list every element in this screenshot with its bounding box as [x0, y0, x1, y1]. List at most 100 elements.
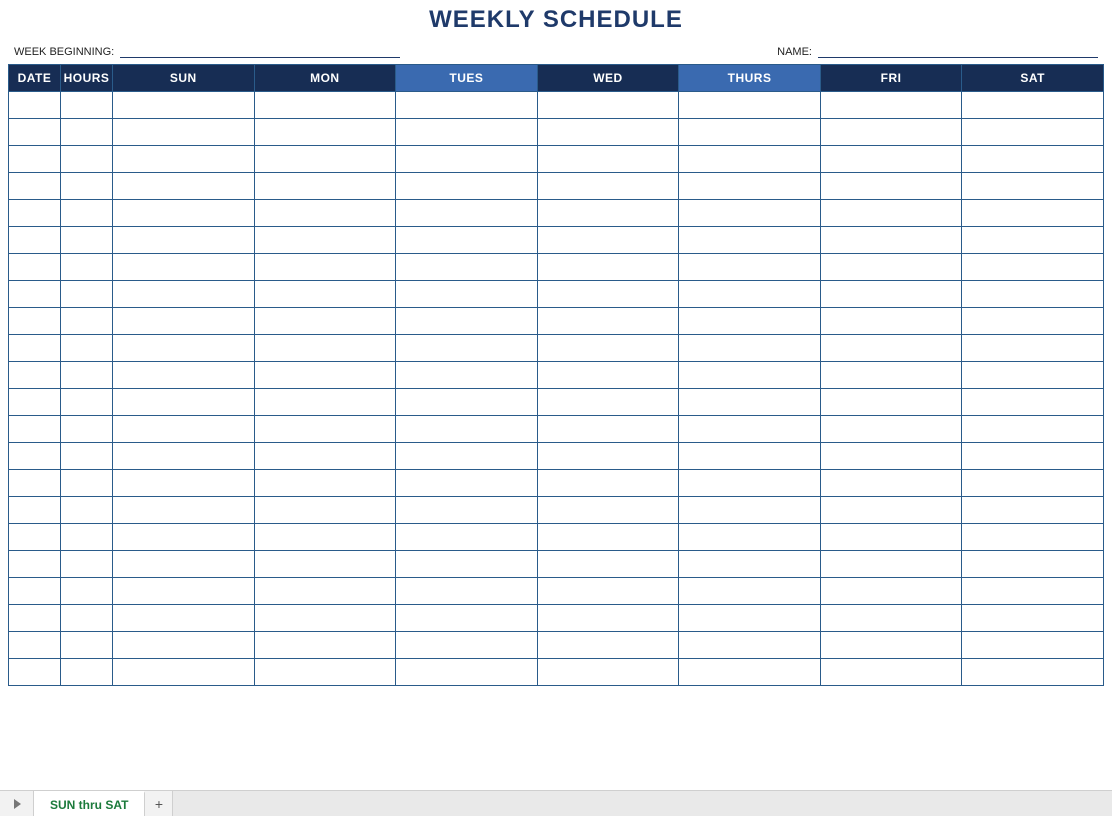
- table-cell[interactable]: [254, 443, 396, 470]
- table-cell[interactable]: [396, 362, 538, 389]
- table-cell[interactable]: [820, 200, 962, 227]
- table-cell[interactable]: [254, 335, 396, 362]
- table-cell[interactable]: [537, 659, 679, 686]
- table-cell[interactable]: [61, 119, 113, 146]
- table-cell[interactable]: [113, 119, 255, 146]
- table-cell[interactable]: [254, 659, 396, 686]
- table-cell[interactable]: [962, 470, 1104, 497]
- table-cell[interactable]: [962, 200, 1104, 227]
- table-cell[interactable]: [254, 146, 396, 173]
- table-cell[interactable]: [61, 524, 113, 551]
- table-cell[interactable]: [254, 578, 396, 605]
- table-cell[interactable]: [820, 173, 962, 200]
- table-cell[interactable]: [254, 281, 396, 308]
- table-cell[interactable]: [962, 578, 1104, 605]
- table-cell[interactable]: [9, 362, 61, 389]
- table-cell[interactable]: [396, 173, 538, 200]
- table-cell[interactable]: [962, 227, 1104, 254]
- table-cell[interactable]: [962, 632, 1104, 659]
- table-cell[interactable]: [820, 605, 962, 632]
- table-cell[interactable]: [113, 389, 255, 416]
- table-cell[interactable]: [962, 605, 1104, 632]
- table-cell[interactable]: [9, 146, 61, 173]
- table-cell[interactable]: [679, 470, 821, 497]
- name-input[interactable]: [818, 44, 1098, 58]
- table-cell[interactable]: [254, 470, 396, 497]
- table-cell[interactable]: [61, 308, 113, 335]
- sheet-tab-active[interactable]: SUN thru SAT: [34, 791, 145, 816]
- table-cell[interactable]: [679, 281, 821, 308]
- table-cell[interactable]: [679, 119, 821, 146]
- table-cell[interactable]: [537, 578, 679, 605]
- table-cell[interactable]: [254, 362, 396, 389]
- table-cell[interactable]: [113, 551, 255, 578]
- table-cell[interactable]: [113, 281, 255, 308]
- table-cell[interactable]: [396, 659, 538, 686]
- table-cell[interactable]: [61, 659, 113, 686]
- table-cell[interactable]: [537, 497, 679, 524]
- table-cell[interactable]: [820, 497, 962, 524]
- table-cell[interactable]: [537, 92, 679, 119]
- table-cell[interactable]: [113, 416, 255, 443]
- table-cell[interactable]: [61, 551, 113, 578]
- table-cell[interactable]: [537, 227, 679, 254]
- table-cell[interactable]: [61, 227, 113, 254]
- table-cell[interactable]: [9, 659, 61, 686]
- table-cell[interactable]: [9, 119, 61, 146]
- table-cell[interactable]: [820, 443, 962, 470]
- table-cell[interactable]: [396, 605, 538, 632]
- table-cell[interactable]: [396, 443, 538, 470]
- table-cell[interactable]: [962, 524, 1104, 551]
- table-cell[interactable]: [679, 308, 821, 335]
- table-cell[interactable]: [537, 443, 679, 470]
- table-cell[interactable]: [820, 416, 962, 443]
- table-cell[interactable]: [396, 335, 538, 362]
- table-cell[interactable]: [113, 146, 255, 173]
- table-cell[interactable]: [396, 281, 538, 308]
- table-cell[interactable]: [962, 308, 1104, 335]
- table-cell[interactable]: [962, 119, 1104, 146]
- table-cell[interactable]: [61, 578, 113, 605]
- table-cell[interactable]: [9, 605, 61, 632]
- table-cell[interactable]: [962, 254, 1104, 281]
- table-cell[interactable]: [254, 389, 396, 416]
- table-cell[interactable]: [820, 551, 962, 578]
- table-cell[interactable]: [962, 389, 1104, 416]
- table-cell[interactable]: [396, 470, 538, 497]
- table-cell[interactable]: [679, 335, 821, 362]
- table-cell[interactable]: [254, 119, 396, 146]
- table-cell[interactable]: [396, 254, 538, 281]
- table-cell[interactable]: [396, 578, 538, 605]
- table-cell[interactable]: [9, 470, 61, 497]
- table-cell[interactable]: [537, 173, 679, 200]
- table-cell[interactable]: [61, 146, 113, 173]
- table-cell[interactable]: [820, 470, 962, 497]
- table-cell[interactable]: [61, 632, 113, 659]
- table-cell[interactable]: [61, 470, 113, 497]
- table-cell[interactable]: [9, 443, 61, 470]
- table-cell[interactable]: [820, 524, 962, 551]
- table-cell[interactable]: [820, 227, 962, 254]
- table-cell[interactable]: [9, 308, 61, 335]
- table-cell[interactable]: [113, 335, 255, 362]
- table-cell[interactable]: [113, 443, 255, 470]
- table-cell[interactable]: [254, 200, 396, 227]
- table-cell[interactable]: [820, 389, 962, 416]
- table-cell[interactable]: [113, 92, 255, 119]
- table-cell[interactable]: [61, 416, 113, 443]
- table-cell[interactable]: [254, 524, 396, 551]
- table-cell[interactable]: [537, 335, 679, 362]
- table-cell[interactable]: [962, 551, 1104, 578]
- table-cell[interactable]: [962, 335, 1104, 362]
- table-cell[interactable]: [962, 416, 1104, 443]
- table-cell[interactable]: [61, 173, 113, 200]
- tab-nav-button[interactable]: [0, 791, 34, 816]
- table-cell[interactable]: [61, 443, 113, 470]
- table-cell[interactable]: [9, 227, 61, 254]
- table-cell[interactable]: [537, 308, 679, 335]
- table-cell[interactable]: [61, 362, 113, 389]
- table-cell[interactable]: [61, 605, 113, 632]
- table-cell[interactable]: [820, 632, 962, 659]
- table-cell[interactable]: [679, 173, 821, 200]
- table-cell[interactable]: [537, 632, 679, 659]
